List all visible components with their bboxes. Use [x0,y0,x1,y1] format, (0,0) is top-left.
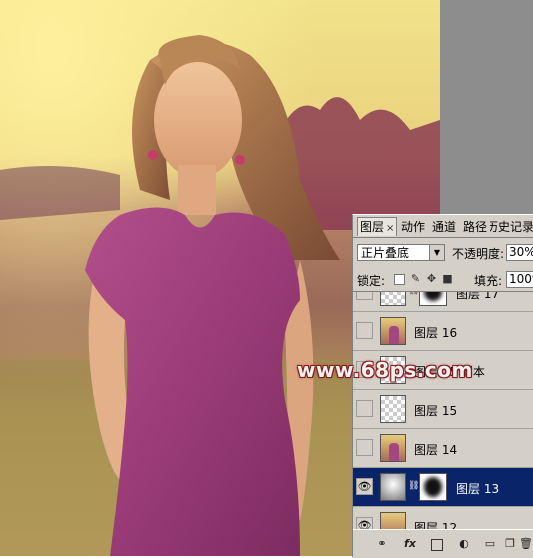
tab-layers[interactable]: 图层 × [357,217,398,236]
layers-list: ⛓ 图层 17 图层 16 图层 15 副本 图层 15 图层 14 [353,292,533,540]
layer-row[interactable]: 图层 15 [353,390,533,429]
fill-input[interactable]: 100% [506,271,533,288]
close-icon[interactable]: × [386,223,394,234]
opacity-label: 不透明度: [452,247,505,261]
layer-row[interactable]: ⛓ 图层 17 [353,292,533,312]
add-mask-icon[interactable] [431,539,443,551]
trash-icon[interactable]: 🗑 [519,537,533,551]
layer-thumbnail [380,473,406,501]
layer-name: 图层 17 [456,292,500,301]
layer-thumbnail [380,395,406,423]
fx-icon[interactable]: fx [403,537,417,551]
layer-thumbnail [380,292,406,306]
fill-label: 填充: [474,274,503,288]
layer-thumbnail [380,434,406,462]
opacity-input[interactable]: 30% [506,244,533,261]
visibility-toggle[interactable] [356,292,373,300]
tab-channels[interactable]: 通道 [432,218,456,236]
blend-row: 正片叠底 ▼ 不透明度: 30% [353,240,533,264]
link-icon: ⛓ [408,481,420,491]
chevron-down-icon[interactable]: ▼ [429,245,444,260]
eye-icon[interactable]: 👁 [356,478,373,495]
visibility-toggle[interactable] [356,322,373,339]
layer-mask-thumbnail [419,292,447,306]
panel-tabs: 图层 × 动作 通道 路径 历史记录 [353,215,533,238]
new-group-icon[interactable]: ▭ [483,537,497,551]
link-layers-icon[interactable]: ⚭ [375,537,389,551]
tab-history[interactable]: 历史记录 [490,218,533,236]
layer-mask-thumbnail [419,473,447,501]
lock-all-icon[interactable]: ■ [442,273,453,284]
watermark-text: www.68ps.com [297,358,473,382]
tab-paths[interactable]: 路径 [463,218,487,236]
layer-name: 图层 15 [414,404,458,418]
layer-name: 图层 14 [414,443,458,457]
blend-mode-value: 正片叠底 [361,246,410,260]
tab-layers-label: 图层 [360,220,385,234]
blend-mode-select[interactable]: 正片叠底 ▼ [357,244,445,261]
layer-name: 图层 13 [456,482,500,496]
visibility-toggle[interactable] [356,439,373,456]
tab-actions[interactable]: 动作 [401,218,425,236]
lock-label: 锁定: [357,274,386,288]
lock-move-icon[interactable]: ✥ [426,273,437,284]
layers-panel: 图层× 动作 通道 路径 历史记录 正片叠底 ▼ 不透明度: 30% 锁定: ✎… [352,214,533,558]
visibility-toggle[interactable] [356,400,373,417]
panel-bottom-toolbar: ⚭ fx ◐ ▭ ❐ 🗑 [353,529,533,558]
layer-thumbnail [380,317,406,345]
link-icon: ⛓ [408,292,419,296]
layer-row[interactable]: 图层 16 [353,312,533,351]
lock-brush-icon[interactable]: ✎ [410,273,421,284]
adjustment-layer-icon[interactable]: ◐ [457,537,471,551]
layer-name: 图层 16 [414,326,458,340]
layer-row[interactable]: 图层 14 [353,429,533,468]
layer-row-selected[interactable]: 👁 ⛓ 图层 13 [353,468,533,507]
lock-transparent-icon[interactable] [394,274,405,285]
new-layer-icon[interactable]: ❐ [503,537,517,551]
lock-row: 锁定: ✎ ✥ ■ 填充: 100% [353,267,533,292]
